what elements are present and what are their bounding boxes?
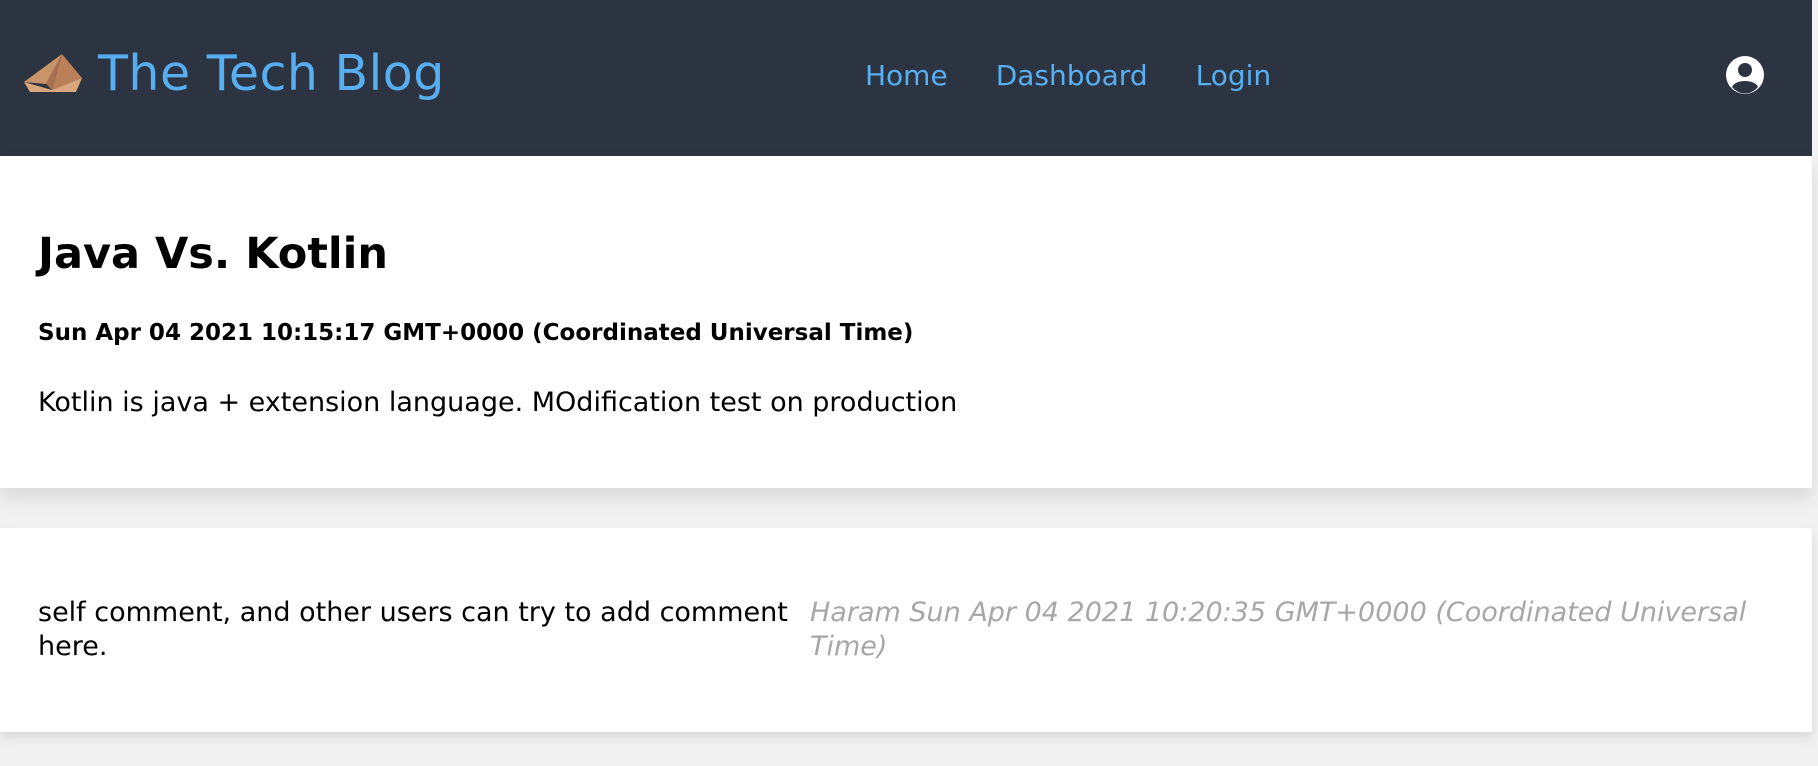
- nav-login-link[interactable]: Login: [1196, 58, 1272, 94]
- post-body: Kotlin is java + extension language. MOd…: [38, 387, 958, 418]
- nav-dashboard-link[interactable]: Dashboard: [996, 58, 1148, 94]
- post-title: Java Vs. Kotlin: [38, 229, 388, 279]
- user-circle-icon[interactable]: [1725, 55, 1765, 95]
- post-date: Sun Apr 04 2021 10:15:17 GMT+0000 (Coord…: [38, 320, 914, 346]
- page: The Tech Blog Home Dashboard Login Java …: [0, 0, 1818, 766]
- comment-card: self comment, and other users can try to…: [0, 528, 1812, 732]
- comment-text: self comment, and other users can try to…: [38, 597, 788, 662]
- brand-home-link[interactable]: The Tech Blog: [22, 44, 445, 104]
- comment-meta: Haram Sun Apr 04 2021 10:20:35 GMT+0000 …: [810, 597, 1747, 662]
- nav-home-link[interactable]: Home: [865, 58, 948, 94]
- paper-plane-icon: [24, 54, 82, 92]
- main-nav: Home Dashboard Login: [865, 58, 1271, 94]
- post-card: Java Vs. Kotlin Sun Apr 04 2021 10:15:17…: [0, 156, 1812, 488]
- top-navbar: The Tech Blog Home Dashboard Login: [0, 0, 1812, 156]
- brand-title: The Tech Blog: [98, 45, 445, 102]
